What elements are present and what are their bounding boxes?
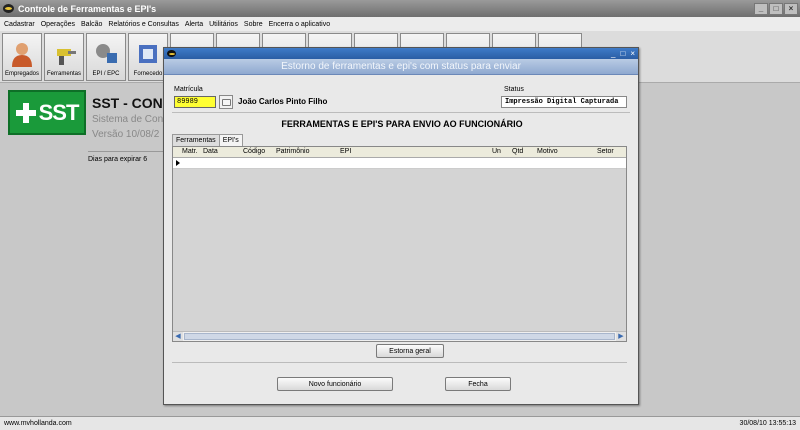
status-field: Impressão Digital Capturada <box>501 96 627 108</box>
app-titlebar: Controle de Ferramentas e EPI's _ □ × <box>0 0 800 17</box>
dialog-titlebar: _ □ × <box>164 48 638 59</box>
row-indicator-icon <box>176 160 180 166</box>
divider <box>88 151 164 152</box>
separator <box>172 112 630 113</box>
estorna-geral-button[interactable]: Estorna geral <box>376 344 444 358</box>
novo-funcionario-button[interactable]: Novo funcionário <box>277 377 393 391</box>
ferramentas-label: Ferramentas <box>46 71 81 77</box>
col-motivo[interactable]: Motivo <box>537 148 558 155</box>
cross-icon <box>15 102 36 123</box>
fornecedores-label: Fornecedo <box>133 71 163 77</box>
app-logo-icon <box>3 4 14 13</box>
col-setor[interactable]: Setor <box>597 148 614 155</box>
col-epi[interactable]: EPI <box>340 148 351 155</box>
col-patrimonio[interactable]: Patrimônio <box>276 148 309 155</box>
matricula-label: Matrícula <box>174 86 203 93</box>
separator <box>172 362 627 363</box>
app-subtitle: Sistema de Con <box>92 114 164 125</box>
dialog-maximize-button[interactable]: □ <box>620 49 625 58</box>
status-website: www.mvhollanda.com <box>4 420 72 427</box>
menu-balcao[interactable]: Balcão <box>81 21 102 28</box>
empregados-button[interactable]: Empregados <box>2 33 42 81</box>
folder-open-icon <box>221 98 231 106</box>
section-heading: FERRAMENTAS E EPI'S PARA ENVIO AO FUNCIO… <box>281 119 523 129</box>
grid-header: Matr. Data Código Patrimônio EPI Un Qtd … <box>173 147 626 158</box>
safety-gear-icon <box>96 44 117 63</box>
col-matr[interactable]: Matr. <box>182 148 198 155</box>
dialog-close-button[interactable]: × <box>630 49 635 58</box>
empregados-label: Empregados <box>4 71 40 77</box>
menu-sobre[interactable]: Sobre <box>244 21 263 28</box>
menu-alerta[interactable]: Alerta <box>185 21 203 28</box>
sst-logo: SST <box>8 90 86 135</box>
col-data[interactable]: Data <box>203 148 218 155</box>
employee-name: João Carlos Pinto Filho <box>238 97 328 106</box>
col-un[interactable]: Un <box>492 148 501 155</box>
status-bar: www.mvhollanda.com 30/08/10 13:55:13 <box>0 416 800 430</box>
menu-bar: Cadastrar Operações Balcão Relatórios e … <box>0 17 800 31</box>
col-codigo[interactable]: Código <box>243 148 265 155</box>
sst-logo-text: SST <box>38 99 80 125</box>
fornecedores-button[interactable]: Fornecedo <box>128 33 168 81</box>
ferramentas-button[interactable]: Ferramentas <box>44 33 84 81</box>
supplier-icon <box>139 45 157 63</box>
status-label: Status <box>504 86 524 93</box>
dialog-minimize-button[interactable]: _ <box>611 49 615 58</box>
drill-icon <box>57 49 76 65</box>
app-version: Versão 10/08/2 <box>92 129 160 140</box>
menu-operacoes[interactable]: Operações <box>41 21 75 28</box>
scroll-left-icon[interactable]: ◀ <box>173 332 183 341</box>
person-icon <box>12 43 32 67</box>
menu-cadastrar[interactable]: Cadastrar <box>4 21 35 28</box>
epi-epc-button[interactable]: EPI / EPC <box>86 33 126 81</box>
table-row[interactable] <box>173 158 626 169</box>
menu-utilitarios[interactable]: Utilitários <box>209 21 238 28</box>
dialog-logo-icon <box>167 50 176 57</box>
dialog-banner: Estorno de ferramentas e epi's com statu… <box>164 59 638 75</box>
minimize-button[interactable]: _ <box>754 2 768 15</box>
status-datetime: 30/08/10 13:55:13 <box>739 420 796 427</box>
app-title: Controle de Ferramentas e EPI's <box>18 3 157 14</box>
tab-epis[interactable]: EPI's <box>218 134 243 146</box>
lookup-button[interactable] <box>219 95 233 109</box>
app-heading: SST - CONS <box>92 95 173 111</box>
menu-relatorios[interactable]: Relatórios e Consultas <box>108 21 178 28</box>
scroll-thumb[interactable] <box>184 333 615 340</box>
items-grid[interactable]: Matr. Data Código Patrimônio EPI Un Qtd … <box>172 146 627 342</box>
estorno-dialog: _ □ × Estorno de ferramentas e epi's com… <box>163 47 639 405</box>
menu-encerra[interactable]: Encerra o aplicativo <box>269 21 330 28</box>
matricula-input[interactable]: 89989 <box>174 96 216 108</box>
maximize-button[interactable]: □ <box>769 2 783 15</box>
fecha-button[interactable]: Fecha <box>445 377 511 391</box>
close-button[interactable]: × <box>784 2 798 15</box>
tab-ferramentas[interactable]: Ferramentas <box>172 134 220 146</box>
epi-epc-label: EPI / EPC <box>92 71 120 77</box>
horizontal-scrollbar[interactable]: ◀ ▶ <box>173 331 626 341</box>
scroll-right-icon[interactable]: ▶ <box>616 332 626 341</box>
col-qtd[interactable]: Qtd <box>512 148 523 155</box>
tab-strip: Ferramentas EPI's <box>172 134 243 146</box>
expiry-days: Dias para expirar 6 <box>88 156 148 163</box>
